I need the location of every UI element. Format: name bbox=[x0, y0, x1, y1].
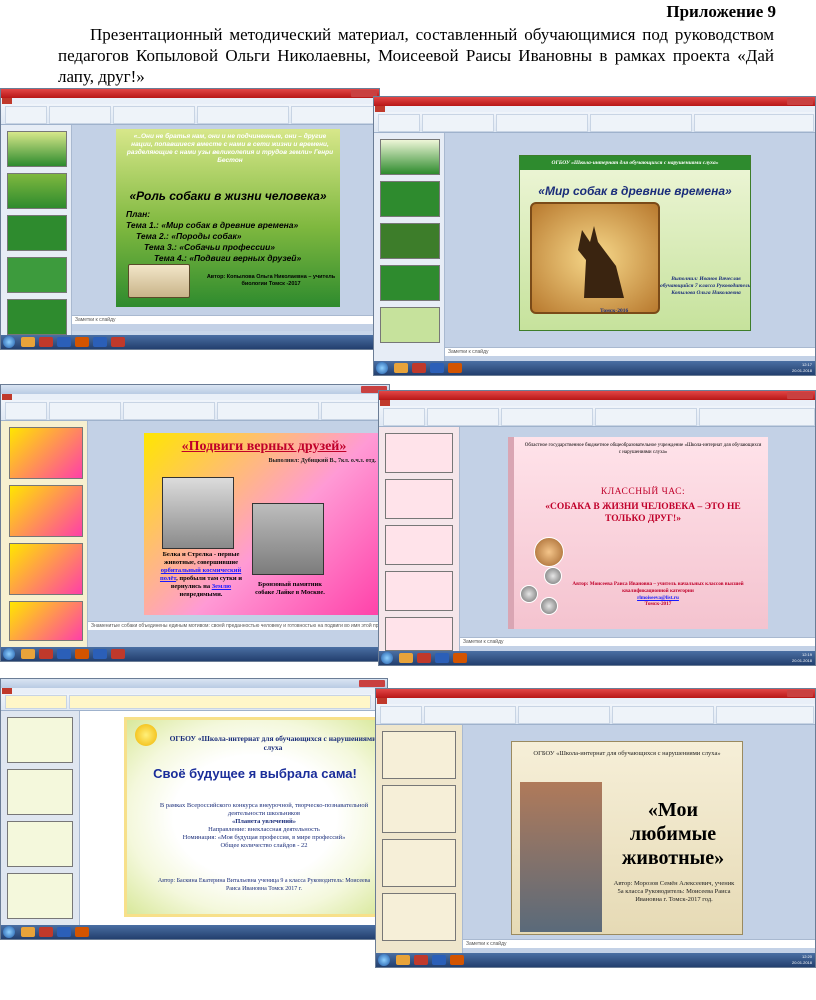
taskbar: 12:20 20.01.2018 bbox=[376, 953, 815, 967]
taskbar bbox=[1, 647, 389, 661]
clock: 12:19 20.01.2018 bbox=[791, 652, 812, 663]
clock: 12:20 20.01.2018 bbox=[791, 954, 812, 965]
sun-icon bbox=[135, 724, 157, 746]
screenshot-1: «..Они не братья нам, они и не подчиненн… bbox=[0, 88, 380, 350]
slide-editor[interactable]: ОГБОУ «Школа-интернат для обучающихся с … bbox=[445, 133, 815, 363]
notes-pane[interactable]: Заметки к слайду bbox=[72, 315, 379, 324]
screenshot-2: ОГБОУ «Школа-интернат для обучающихся с … bbox=[373, 96, 816, 376]
slide-title: «Мои любимые животные» bbox=[621, 799, 725, 869]
slide-title: «Роль собаки в жизни человека» bbox=[129, 189, 327, 203]
monument-caption: Бронзовый памятник собаке Лайке в Москве… bbox=[255, 581, 325, 596]
slide-ancient-dogs: ОГБОУ «Школа-интернат для обучающихся с … bbox=[519, 155, 751, 331]
org-header: ОГБОУ «Школа-интернат для обучающихся с … bbox=[169, 734, 377, 752]
slide-author: Выполнил: Иванов Вячеслав обучающийся 7 … bbox=[660, 276, 751, 296]
dog-photo-bubble bbox=[534, 537, 564, 567]
slide-author: Автор: Баскина Екатерина Витальевна учен… bbox=[157, 878, 371, 892]
belka-strelka-caption: Белка и Стрелка - первые животные, совер… bbox=[159, 551, 243, 598]
taskbar bbox=[1, 335, 379, 349]
intro-paragraph: Презентационный методический материал, с… bbox=[58, 25, 774, 86]
slide-my-future: ОГБОУ «Школа-интернат для обучающихся с … bbox=[124, 717, 386, 917]
taskbar: 12:19 20.01.2018 bbox=[379, 651, 815, 665]
boy-with-cat-photo bbox=[520, 782, 602, 932]
start-button[interactable] bbox=[3, 336, 15, 348]
slide-thumbnails[interactable] bbox=[379, 427, 460, 653]
org-header: ОГБОУ «Школа-интернат для обучающихся с … bbox=[533, 750, 721, 757]
notes-pane[interactable]: Знаменитые собаки объединены единым моти… bbox=[88, 621, 389, 630]
slide-body: В рамках Всероссийского конкурса внеуроч… bbox=[159, 802, 369, 849]
org-header: ОГБОУ «Школа-интернат для обучающихся с … bbox=[520, 156, 750, 170]
slide-role-of-dog: «..Они не братья нам, они и не подчиненн… bbox=[116, 129, 340, 307]
ribbon bbox=[379, 400, 815, 427]
slide-title: «Подвиги верных друзей» bbox=[181, 439, 347, 454]
slide-thumbnails[interactable] bbox=[376, 725, 463, 955]
slide-title: «СОБАКА В ЖИЗНИ ЧЕЛОВЕКА – ЭТО НЕ ТОЛЬКО… bbox=[545, 502, 741, 524]
slide-byline: Выполнил: Дубицкий В., 7кл. о.ч.з. отд. bbox=[268, 458, 377, 464]
slide-thumbnails[interactable] bbox=[374, 133, 445, 363]
slide-editor[interactable]: «Подвиги верных друзей» Выполнил: Дубицк… bbox=[88, 421, 389, 649]
slide-editor[interactable]: «..Они не братья нам, они и не подчиненн… bbox=[72, 125, 379, 331]
ribbon bbox=[376, 698, 815, 725]
ribbon bbox=[374, 106, 815, 133]
earth-link[interactable]: Землю bbox=[212, 583, 231, 590]
slide-author: Автор: Морозов Семён Алексеевич, ученик … bbox=[613, 880, 735, 903]
clock: 12:17 20.01.2018 bbox=[791, 362, 812, 373]
slide-author: Автор: Моисеева Раиса Ивановна – учитель… bbox=[554, 581, 762, 608]
slide-thumbnails[interactable] bbox=[1, 711, 80, 927]
slide-editor[interactable]: ОГБОУ «Школа-интернат для обучающихся с … bbox=[80, 711, 387, 927]
book-image bbox=[128, 264, 190, 298]
notes-pane[interactable]: Заметки к слайду bbox=[445, 347, 815, 356]
slide-favorite-animals: ОГБОУ «Школа-интернат для обучающихся с … bbox=[511, 741, 743, 935]
plan-list: План: Тема 1.: «Мир собак в древние врем… bbox=[126, 209, 302, 263]
screenshot-3: «Подвиги верных друзей» Выполнил: Дубицк… bbox=[0, 384, 390, 662]
appendix-label: Приложение 9 bbox=[666, 2, 776, 21]
epigraph: «..Они не братья нам, они и не подчиненн… bbox=[126, 133, 334, 164]
dog-silhouette bbox=[578, 226, 624, 298]
ribbon bbox=[1, 98, 379, 125]
slide-editor[interactable]: Областное государственное бюджетное обще… bbox=[460, 427, 815, 653]
taskbar: 12:17 20.01.2018 bbox=[374, 361, 815, 375]
belka-strelka-photo bbox=[162, 477, 234, 549]
email-link[interactable]: rlmoiseeva@list.ru bbox=[554, 595, 762, 602]
taskbar bbox=[1, 925, 387, 939]
screenshot-6: ОГБОУ «Школа-интернат для обучающихся с … bbox=[375, 688, 816, 968]
slide-thumbnails[interactable] bbox=[1, 421, 88, 649]
org-header: Областное государственное бюджетное обще… bbox=[524, 443, 762, 455]
slide-thumbnails[interactable] bbox=[1, 125, 72, 337]
ribbon bbox=[1, 394, 389, 421]
notes-pane[interactable]: Заметки к слайду bbox=[460, 637, 815, 646]
window-titlebar bbox=[1, 89, 379, 98]
slide-heroic-dogs: «Подвиги верных друзей» Выполнил: Дубицк… bbox=[144, 433, 384, 615]
slide-editor[interactable]: ОГБОУ «Школа-интернат для обучающихся с … bbox=[463, 725, 815, 955]
slide-title: «Мир собак в древние времена» bbox=[538, 184, 732, 198]
slide-title: Своё будущее я выбрала сама! bbox=[153, 766, 357, 781]
notes-pane[interactable]: Заметки к слайду bbox=[463, 939, 815, 948]
screenshot-5: ОГБОУ «Школа-интернат для обучающихся с … bbox=[0, 678, 388, 940]
city-year: Томск-2016 bbox=[600, 308, 629, 314]
monument-photo bbox=[252, 503, 324, 575]
screenshot-4: Областное государственное бюджетное обще… bbox=[378, 390, 816, 666]
ribbon bbox=[1, 688, 387, 711]
slide-subtitle: КЛАССНЫЙ ЧАС: bbox=[600, 487, 686, 497]
slide-author: Автор: Копылова Ольга Николаевна – учите… bbox=[206, 274, 336, 287]
slide-class-hour: Областное государственное бюджетное обще… bbox=[508, 437, 768, 629]
scroll-image bbox=[530, 202, 660, 314]
